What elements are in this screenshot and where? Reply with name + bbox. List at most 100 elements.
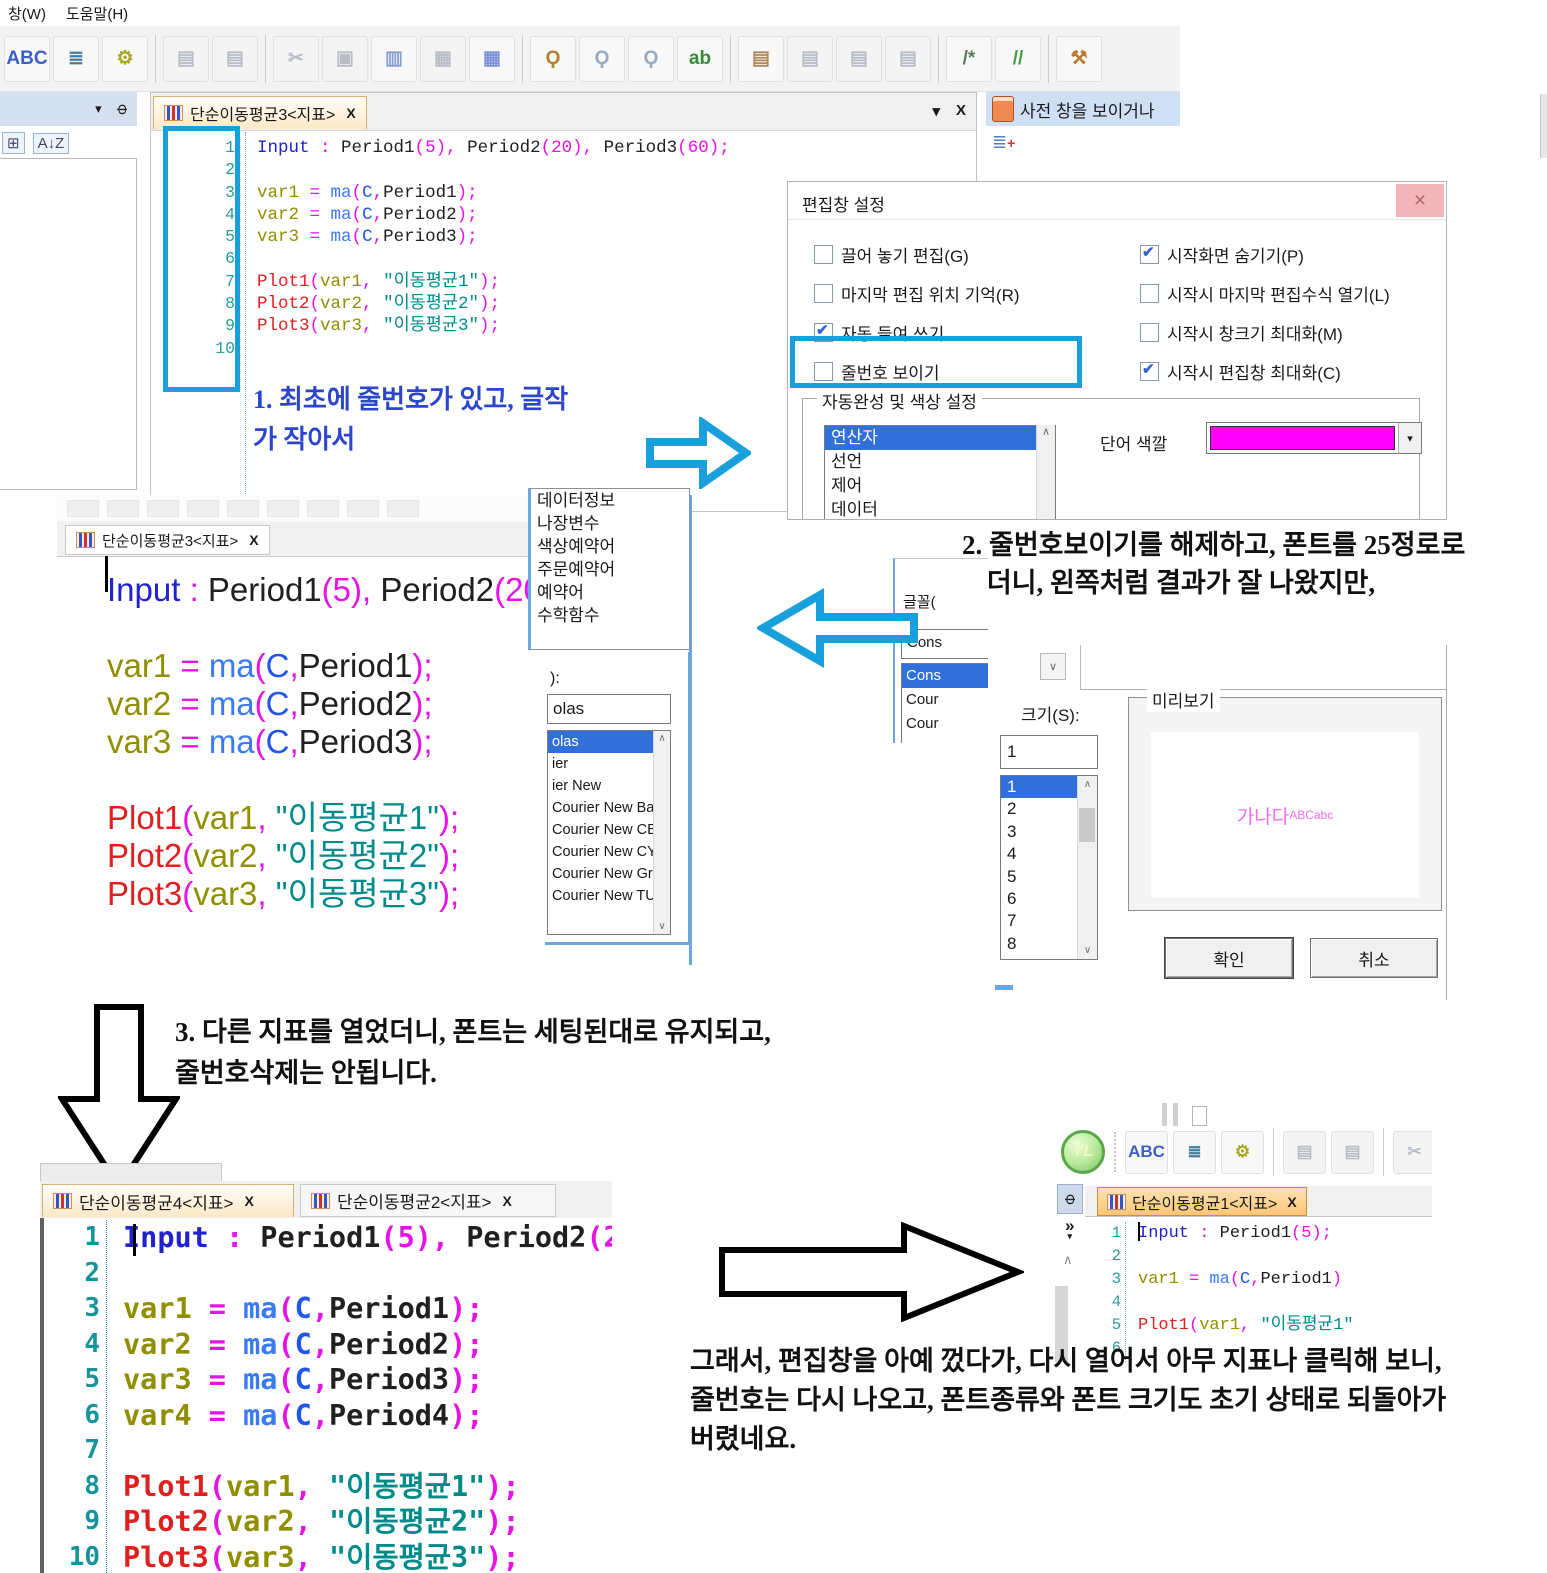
font-name-input[interactable]: olas bbox=[547, 694, 671, 724]
font-list-scrollbar[interactable]: ∧ ∨ bbox=[653, 731, 670, 934]
formula-verify-icon[interactable]: ≣ bbox=[1173, 1131, 1216, 1174]
cut-icon[interactable]: ✂ bbox=[1393, 1131, 1432, 1174]
menu-window[interactable]: 창(W) bbox=[0, 1, 58, 26]
list-item[interactable]: 색상예약어 bbox=[531, 535, 689, 558]
dictionary2-icon[interactable]: ▤ bbox=[787, 36, 833, 82]
tab-close-icon[interactable]: X bbox=[502, 1193, 511, 1209]
tab-list-caret-icon[interactable]: ▾ bbox=[932, 102, 940, 120]
prev-table-icon[interactable]: ▤ bbox=[163, 36, 209, 82]
scrollbar-thumb[interactable] bbox=[1079, 808, 1095, 842]
list-item[interactable]: 2 bbox=[1001, 798, 1077, 820]
list-item[interactable]: 3 bbox=[1001, 821, 1077, 843]
spellcheck-icon[interactable]: ABC bbox=[1125, 1131, 1168, 1174]
replace-ab-ac-icon[interactable]: ab bbox=[677, 36, 723, 82]
tab-sma3[interactable]: 단순이동평균3<지표> X bbox=[153, 96, 367, 129]
panel-caret-icon[interactable]: ▾ bbox=[95, 101, 102, 117]
paste-pages-icon[interactable]: ▥ bbox=[371, 36, 417, 82]
checkbox[interactable] bbox=[814, 284, 833, 303]
list-item[interactable]: Courier New Greek bbox=[548, 863, 653, 885]
list-item[interactable]: 7 bbox=[1001, 910, 1077, 932]
list-item[interactable]: Cour bbox=[902, 688, 988, 712]
list-item[interactable]: olas bbox=[548, 731, 653, 753]
listbox-scrollbar[interactable]: ∧ bbox=[1036, 425, 1055, 520]
list-item[interactable]: 수학함수 bbox=[531, 604, 689, 627]
sort-az-icon[interactable]: A↓Z bbox=[33, 133, 70, 154]
list-item[interactable]: 1 bbox=[1001, 776, 1077, 798]
settings-gears-icon[interactable]: ⚙ bbox=[1221, 1131, 1264, 1174]
dictionary-hint-bar[interactable]: 사전 창을 보이거나 bbox=[986, 92, 1180, 126]
list-item[interactable]: Cour bbox=[902, 712, 988, 736]
ok-button[interactable]: 확인 bbox=[1165, 938, 1293, 978]
comment-block-icon[interactable]: /* bbox=[946, 36, 992, 82]
table-formula-icon[interactable]: ▦ bbox=[420, 36, 466, 82]
dictionary-close-icon[interactable]: ▤ bbox=[885, 36, 931, 82]
next-table-icon[interactable]: ▤ bbox=[212, 36, 258, 82]
tab-sma1[interactable]: 단순이동평균1<지표> X bbox=[1097, 1187, 1307, 1216]
prev-table-icon[interactable]: ▤ bbox=[1283, 1131, 1326, 1174]
code-area-bold[interactable]: 1​Input : Period1(5), Period2(20),2​3​va… bbox=[44, 1218, 612, 1573]
list-item[interactable]: 8 bbox=[1001, 933, 1077, 955]
checkbox[interactable] bbox=[814, 245, 833, 264]
scroll-up-icon[interactable]: ∧ bbox=[1042, 426, 1050, 438]
search-doc-icon[interactable]: Ϙ bbox=[579, 36, 625, 82]
category-listbox[interactable]: 연산자선언제어데이터 bbox=[824, 425, 1056, 520]
table-grid-icon[interactable]: ▦ bbox=[469, 36, 515, 82]
checkbox[interactable] bbox=[1140, 362, 1159, 381]
add-formula-icon[interactable]: ≣+ bbox=[992, 132, 1018, 158]
size-input[interactable]: 1 bbox=[1000, 735, 1098, 769]
size-scrollbar[interactable]: ∧ ∨ bbox=[1077, 776, 1097, 959]
scroll-down-icon[interactable]: ∨ bbox=[658, 921, 665, 932]
list-item[interactable]: Courier New CE bbox=[548, 819, 653, 841]
list-item[interactable]: ier New bbox=[548, 775, 653, 797]
tab-sma2[interactable]: 단순이동평균2<지표> X bbox=[300, 1184, 556, 1217]
list-item[interactable]: 나장변수 bbox=[531, 512, 689, 535]
checkbox[interactable] bbox=[1140, 323, 1159, 342]
dialog-close-button[interactable]: × bbox=[1396, 184, 1444, 217]
autocomplete-popup[interactable]: 데이터정보나장변수색상예약어주문예약어예약어수학함수 bbox=[528, 488, 690, 650]
list-item[interactable]: 주문예약어 bbox=[531, 558, 689, 581]
tools-icon[interactable]: ⚒ bbox=[1056, 36, 1102, 82]
list-item[interactable]: 4 bbox=[1001, 843, 1077, 865]
combo-dropdown-icon[interactable]: ∨ bbox=[1040, 653, 1066, 680]
list-item[interactable]: Courier New TUR bbox=[548, 885, 653, 907]
checkbox[interactable] bbox=[1140, 245, 1159, 264]
dictionary-icon[interactable]: ▤ bbox=[738, 36, 784, 82]
overflow-chevrons-icon[interactable]: »▾ bbox=[1065, 1220, 1074, 1242]
list-item[interactable]: ier bbox=[548, 753, 653, 775]
pin-icon[interactable]: Ф bbox=[113, 103, 130, 114]
pin-icon[interactable]: Ф bbox=[1057, 1184, 1083, 1214]
tab-sma4[interactable]: 단순이동평균4<지표> X bbox=[42, 1184, 294, 1217]
tree-expand-icon[interactable]: ⊞ bbox=[2, 132, 25, 154]
close-editor-icon[interactable]: X bbox=[956, 102, 966, 120]
tab-close-icon[interactable]: X bbox=[346, 105, 355, 121]
cancel-button[interactable]: 취소 bbox=[1310, 938, 1438, 978]
tab-sma3-mid[interactable]: 단순이동평균3<지표> X bbox=[65, 525, 270, 555]
list-item[interactable]: 제어 bbox=[825, 474, 1055, 498]
tab-close-icon[interactable]: X bbox=[244, 1193, 253, 1209]
next-table-icon[interactable]: ▤ bbox=[1331, 1131, 1374, 1174]
tab-close-icon[interactable]: X bbox=[1287, 1194, 1296, 1210]
list-item[interactable]: 데이터 bbox=[825, 498, 1055, 520]
list-item[interactable]: 데이터정보 bbox=[531, 489, 689, 512]
list-item[interactable]: 5 bbox=[1001, 866, 1077, 888]
zoom-select-icon[interactable]: Ϙ bbox=[530, 36, 576, 82]
scroll-down-icon[interactable]: ∨ bbox=[1084, 945, 1091, 956]
search-replace-doc-icon[interactable]: Ϙ bbox=[628, 36, 674, 82]
copy-add-icon[interactable]: ▣ bbox=[322, 36, 368, 82]
menu-help[interactable]: 도움말(H) bbox=[58, 1, 140, 26]
formula-verify-icon[interactable]: ≣ bbox=[53, 36, 99, 82]
formula-tree-panel[interactable] bbox=[0, 158, 137, 490]
settings-gears-icon[interactable]: ⚙ bbox=[102, 36, 148, 82]
dictionary3-icon[interactable]: ▤ bbox=[836, 36, 882, 82]
cut-icon[interactable]: ✂ bbox=[273, 36, 319, 82]
spellcheck-icon[interactable]: ABC bbox=[4, 36, 50, 82]
combo-dropdown-icon[interactable]: ▾ bbox=[1398, 423, 1421, 453]
list-item[interactable]: 예약어 bbox=[531, 581, 689, 604]
tab-close-icon[interactable]: X bbox=[249, 532, 258, 548]
list-item[interactable]: 연산자 bbox=[825, 426, 1055, 450]
list-item[interactable]: 선언 bbox=[825, 450, 1055, 474]
scroll-up-icon[interactable]: ∧ bbox=[658, 733, 665, 744]
scroll-up-icon[interactable]: ∧ bbox=[1084, 779, 1091, 790]
comment-line-icon[interactable]: // bbox=[995, 36, 1041, 82]
checkbox[interactable] bbox=[1140, 284, 1159, 303]
